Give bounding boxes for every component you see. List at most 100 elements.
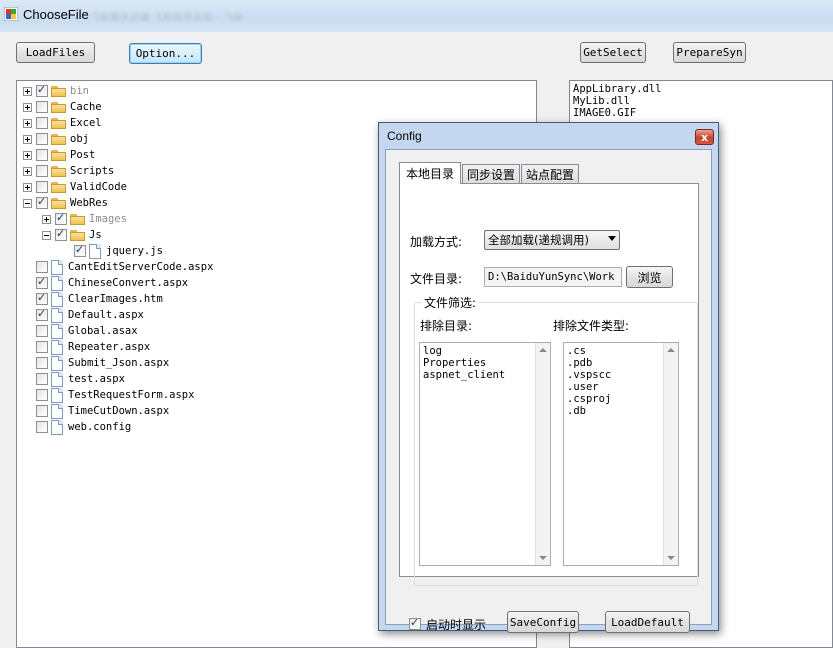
tab-sync-settings[interactable]: 同步设置: [462, 164, 520, 183]
list-item[interactable]: IMAGE0.GIF: [573, 107, 636, 119]
folder-icon: [51, 181, 67, 193]
tree-node[interactable]: Post: [23, 147, 95, 163]
folder-icon: [51, 133, 67, 145]
list-item[interactable]: MyLib.dll: [573, 95, 630, 107]
expand-icon[interactable]: [23, 118, 32, 128]
list-item[interactable]: AppLibrary.dll: [573, 83, 662, 95]
tree-node-checkbox[interactable]: [36, 357, 48, 369]
exclude-types-textbox[interactable]: .cs .pdb .vspscc .user .csproj .db: [563, 342, 679, 566]
close-icon[interactable]: x: [695, 129, 714, 145]
tree-node-checkbox[interactable]: [36, 389, 48, 401]
tree-node-label: Global.asax: [68, 325, 138, 337]
expand-icon[interactable]: [23, 182, 32, 192]
exclude-dirs-scrollbar[interactable]: [535, 343, 550, 565]
tree-node[interactable]: Excel: [23, 115, 102, 131]
tree-node-checkbox[interactable]: [36, 195, 48, 209]
browse-button[interactable]: 浏览: [626, 266, 673, 288]
tree-node-label: Scripts: [70, 165, 115, 177]
exclude-dirs-textbox[interactable]: log Properties aspnet_client: [419, 342, 551, 566]
save-config-button[interactable]: SaveConfig: [507, 611, 579, 633]
textbox-line: aspnet_client: [423, 369, 506, 381]
tree-node-checkbox[interactable]: [36, 405, 48, 417]
tree-node[interactable]: WebRes: [23, 195, 108, 211]
tree-node[interactable]: test.aspx: [23, 371, 125, 387]
expand-icon[interactable]: [23, 102, 32, 112]
tree-node-checkbox[interactable]: [36, 101, 48, 113]
scroll-down-icon[interactable]: [667, 556, 675, 560]
load-default-button[interactable]: LoadDefault: [605, 611, 690, 633]
tree-node-checkbox[interactable]: [36, 421, 48, 433]
textbox-line: .vspscc: [567, 369, 612, 381]
tree-node-checkbox[interactable]: [55, 211, 67, 225]
tree-node-checkbox[interactable]: [74, 243, 86, 257]
tree-node-checkbox[interactable]: [36, 181, 48, 193]
tree-node[interactable]: bin: [23, 83, 89, 99]
expand-icon[interactable]: [23, 150, 32, 160]
tree-node-checkbox[interactable]: [36, 325, 48, 337]
tree-node-checkbox[interactable]: [36, 165, 48, 177]
expand-icon[interactable]: [23, 86, 32, 96]
tree-node-checkbox[interactable]: [36, 133, 48, 145]
tree-node-checkbox[interactable]: [36, 83, 48, 97]
load-files-button[interactable]: LoadFiles: [16, 42, 95, 63]
tree-node[interactable]: Images: [42, 211, 127, 227]
tree-node-label: jquery.js: [106, 245, 163, 257]
tree-node-checkbox[interactable]: [36, 341, 48, 353]
tab-site-config[interactable]: 站点配置: [521, 164, 579, 183]
tree-node[interactable]: jquery.js: [61, 243, 163, 259]
folder-icon: [51, 165, 67, 177]
scroll-up-icon[interactable]: [539, 348, 547, 352]
scroll-down-icon[interactable]: [539, 556, 547, 560]
collapse-icon[interactable]: [23, 198, 32, 208]
expand-icon[interactable]: [23, 134, 32, 144]
tree-node-label: Excel: [70, 117, 102, 129]
tree-node[interactable]: Submit_Json.aspx: [23, 355, 169, 371]
tree-node-checkbox[interactable]: [36, 291, 48, 305]
expand-icon[interactable]: [23, 166, 32, 176]
tree-node-checkbox[interactable]: [36, 149, 48, 161]
tree-node-label: CantEditServerCode.aspx: [68, 261, 214, 273]
tree-node[interactable]: web.config: [23, 419, 131, 435]
tree-node[interactable]: Cache: [23, 99, 102, 115]
directory-input[interactable]: D:\BaiduYunSync\Work S: [484, 267, 622, 287]
tree-node-checkbox[interactable]: [55, 227, 67, 241]
tree-node[interactable]: Repeater.aspx: [23, 339, 150, 355]
tree-node[interactable]: ClearImages.htm: [23, 291, 163, 307]
tree-node-checkbox[interactable]: [36, 261, 48, 273]
tree-node[interactable]: Js: [42, 227, 102, 243]
get-select-button[interactable]: GetSelect: [580, 42, 646, 63]
load-mode-value: 全部加载(递规调用): [488, 233, 589, 247]
tree-node[interactable]: Scripts: [23, 163, 114, 179]
tree-node[interactable]: Default.aspx: [23, 307, 144, 323]
prepare-syn-button[interactable]: PrepareSyn: [673, 42, 746, 63]
exclude-types-scrollbar[interactable]: [663, 343, 678, 565]
tree-node[interactable]: CantEditServerCode.aspx: [23, 259, 213, 275]
tree-node-label: obj: [70, 133, 89, 145]
tree-node[interactable]: ChineseConvert.aspx: [23, 275, 188, 291]
file-icon: [51, 355, 63, 371]
tree-node-checkbox[interactable]: [36, 275, 48, 289]
file-icon: [51, 339, 63, 355]
config-dialog: Config x 本地目录 同步设置 站点配置 加载方式: 全部加载(递规调用)…: [378, 122, 719, 633]
textbox-line: .pdb: [567, 357, 593, 369]
load-mode-select[interactable]: 全部加载(递规调用): [484, 230, 620, 250]
tree-node-label: ClearImages.htm: [68, 293, 163, 305]
textbox-line: .cs: [567, 345, 586, 357]
tree-node[interactable]: ValidCode: [23, 179, 127, 195]
tree-node-checkbox[interactable]: [36, 307, 48, 321]
collapse-icon[interactable]: [42, 230, 51, 240]
tree-node[interactable]: obj: [23, 131, 89, 147]
file-icon: [51, 371, 63, 387]
tree-node[interactable]: Global.asax: [23, 323, 138, 339]
expand-icon[interactable]: [42, 214, 51, 224]
tree-node-checkbox[interactable]: [36, 117, 48, 129]
tree-node[interactable]: TimeCutDown.aspx: [23, 403, 169, 419]
exclude-dirs-label: 排除目录:: [420, 319, 473, 333]
startup-checkbox[interactable]: [409, 616, 421, 630]
tree-node[interactable]: TestRequestForm.aspx: [23, 387, 194, 403]
tree-node-checkbox[interactable]: [36, 373, 48, 385]
scroll-up-icon[interactable]: [667, 348, 675, 352]
option-button[interactable]: Option...: [129, 43, 202, 64]
tab-local-directory[interactable]: 本地目录: [399, 162, 461, 184]
textbox-line: Properties: [423, 357, 487, 369]
